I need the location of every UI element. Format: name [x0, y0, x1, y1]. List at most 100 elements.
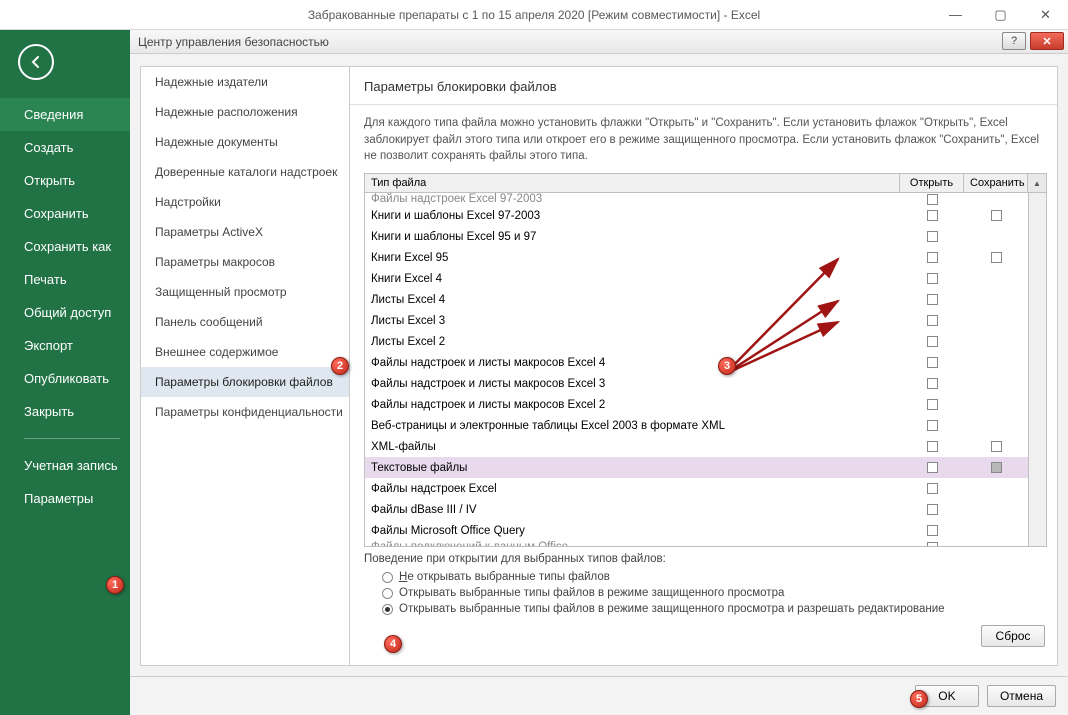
file-type-name: Веб-страницы и электронные таблицы Excel… [365, 420, 900, 432]
open-checkbox[interactable] [900, 252, 964, 263]
file-type-row[interactable]: Листы Excel 3 [365, 310, 1028, 331]
callout-1: 1 [106, 576, 124, 594]
open-checkbox[interactable] [900, 378, 964, 389]
close-button[interactable]: ✕ [1023, 0, 1068, 29]
trust-center-option[interactable]: Надежные издатели [141, 67, 349, 97]
section-description: Для каждого типа файла можно установить … [350, 105, 1057, 173]
callout-2: 2 [331, 357, 349, 375]
open-checkbox[interactable] [900, 399, 964, 410]
cancel-button[interactable]: Отмена [987, 685, 1056, 707]
backstage-item[interactable]: Параметры [0, 482, 130, 515]
file-type-row[interactable]: XML-файлы [365, 436, 1028, 457]
open-checkbox[interactable] [900, 194, 964, 205]
file-type-row[interactable]: Текстовые файлы [365, 457, 1028, 478]
file-type-row[interactable]: Файлы dBase III / IV [365, 499, 1028, 520]
open-checkbox[interactable] [900, 542, 964, 547]
scroll-up-icon[interactable]: ▲ [1028, 174, 1046, 192]
behaviour-radio-row[interactable]: Открывать выбранные типы файлов в режиме… [364, 585, 1043, 601]
file-type-row[interactable]: Книги Excel 4 [365, 268, 1028, 289]
open-checkbox[interactable] [900, 483, 964, 494]
open-checkbox[interactable] [900, 357, 964, 368]
save-checkbox[interactable] [964, 462, 1028, 473]
file-type-row[interactable]: Файлы надстроек Excel [365, 478, 1028, 499]
trust-center-option[interactable]: Параметры конфиденциальности [141, 397, 349, 427]
save-checkbox[interactable] [964, 252, 1028, 263]
trust-center-option[interactable]: Параметры блокировки файлов [141, 367, 349, 397]
help-button[interactable]: ? [1002, 32, 1026, 50]
table-scrollbar[interactable] [1028, 193, 1046, 546]
file-type-row[interactable]: Файлы надстроек и листы макросов Excel 2 [365, 394, 1028, 415]
open-checkbox[interactable] [900, 441, 964, 452]
file-type-row[interactable]: Книги Excel 95 [365, 247, 1028, 268]
file-type-name: Файлы подключений к данным Office [365, 541, 900, 546]
save-checkbox[interactable] [964, 441, 1028, 452]
open-checkbox[interactable] [900, 294, 964, 305]
backstage-item[interactable]: Сведения [0, 98, 130, 131]
file-type-name: Текстовые файлы [365, 462, 900, 474]
trust-center-option[interactable]: Надежные расположения [141, 97, 349, 127]
file-type-row[interactable]: Книги и шаблоны Excel 97-2003 [365, 205, 1028, 226]
backstage-item[interactable]: Учетная запись [0, 449, 130, 482]
open-checkbox[interactable] [900, 336, 964, 347]
open-checkbox[interactable] [900, 420, 964, 431]
file-type-row[interactable]: Файлы надстроек Excel 97-2003 [365, 193, 1028, 205]
column-open: Открыть [900, 174, 964, 192]
open-checkbox[interactable] [900, 504, 964, 515]
backstage-item[interactable]: Сохранить как [0, 230, 130, 263]
trust-center-option[interactable]: Панель сообщений [141, 307, 349, 337]
backstage-item[interactable]: Печать [0, 263, 130, 296]
trust-center-option[interactable]: Защищенный просмотр [141, 277, 349, 307]
file-type-row[interactable]: Листы Excel 2 [365, 331, 1028, 352]
behaviour-label: Поведение при открытии для выбранных тип… [364, 553, 1043, 565]
file-types-table: Тип файла Открыть Сохранить ▲ Файлы надс… [364, 173, 1047, 547]
trust-center-option[interactable]: Надежные документы [141, 127, 349, 157]
open-checkbox[interactable] [900, 231, 964, 242]
file-type-row[interactable]: Листы Excel 4 [365, 289, 1028, 310]
trust-center-option[interactable]: Параметры макросов [141, 247, 349, 277]
section-title: Параметры блокировки файлов [350, 67, 1057, 105]
open-checkbox[interactable] [900, 462, 964, 473]
backstage-item[interactable]: Сохранить [0, 197, 130, 230]
file-type-row[interactable]: Файлы Microsoft Office Query [365, 520, 1028, 541]
behaviour-radio-row[interactable]: Открывать выбранные типы файлов в режиме… [364, 601, 1043, 617]
open-checkbox[interactable] [900, 525, 964, 536]
open-checkbox[interactable] [900, 273, 964, 284]
dialog-close-button[interactable]: ✕ [1030, 32, 1064, 50]
column-file-type: Тип файла [365, 174, 900, 192]
open-checkbox[interactable] [900, 315, 964, 326]
file-type-name: Файлы надстроек Excel 97-2003 [365, 193, 900, 205]
backstage-item[interactable]: Открыть [0, 164, 130, 197]
open-checkbox[interactable] [900, 210, 964, 221]
file-type-name: Книги Excel 4 [365, 273, 900, 285]
file-type-row[interactable]: Файлы надстроек и листы макросов Excel 3 [365, 373, 1028, 394]
reset-button[interactable]: Сброс [981, 625, 1045, 647]
backstage-sidebar: СведенияСоздатьОткрытьСохранитьСохранить… [0, 30, 130, 715]
file-type-name: Книги и шаблоны Excel 95 и 97 [365, 231, 900, 243]
options-list: Надежные издателиНадежные расположенияНа… [140, 66, 350, 666]
file-type-name: Листы Excel 4 [365, 294, 900, 306]
radio-icon [382, 588, 393, 599]
file-type-row[interactable]: Книги и шаблоны Excel 95 и 97 [365, 226, 1028, 247]
save-checkbox[interactable] [964, 210, 1028, 221]
back-button[interactable] [18, 44, 54, 80]
file-type-name: Листы Excel 2 [365, 336, 900, 348]
minimize-button[interactable]: — [933, 0, 978, 29]
trust-center-option[interactable]: Внешнее содержимое [141, 337, 349, 367]
file-type-row[interactable]: Файлы подключений к данным Office [365, 541, 1028, 546]
open-behaviour-group: Поведение при открытии для выбранных тип… [364, 553, 1043, 617]
backstage-item[interactable]: Экспорт [0, 329, 130, 362]
backstage-item[interactable]: Общий доступ [0, 296, 130, 329]
callout-3: 3 [718, 357, 736, 375]
restore-button[interactable]: ▢ [978, 0, 1023, 29]
behaviour-radio-row[interactable]: Не открывать выбранные типы файлов [364, 569, 1043, 585]
backstage-item[interactable]: Опубликовать [0, 362, 130, 395]
file-type-name: Книги Excel 95 [365, 252, 900, 264]
file-type-row[interactable]: Файлы надстроек и листы макросов Excel 4 [365, 352, 1028, 373]
callout-4: 4 [384, 635, 402, 653]
trust-center-option[interactable]: Надстройки [141, 187, 349, 217]
file-type-row[interactable]: Веб-страницы и электронные таблицы Excel… [365, 415, 1028, 436]
trust-center-option[interactable]: Доверенные каталоги надстроек [141, 157, 349, 187]
backstage-item[interactable]: Создать [0, 131, 130, 164]
trust-center-option[interactable]: Параметры ActiveX [141, 217, 349, 247]
backstage-item[interactable]: Закрыть [0, 395, 130, 428]
